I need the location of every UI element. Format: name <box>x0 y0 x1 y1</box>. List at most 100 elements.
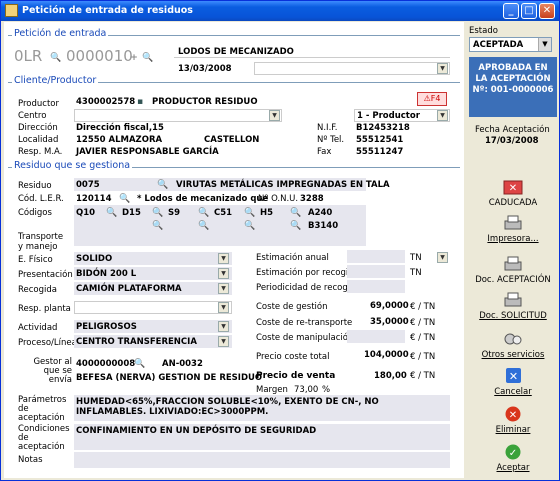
doc-solicitud-button[interactable]: Doc. SOLICITUD <box>469 292 557 321</box>
margen-unit: % <box>322 385 331 395</box>
proceso-label: Proceso/Línea <box>18 338 77 348</box>
cancelar-button[interactable]: ✕ Cancelar <box>469 368 557 397</box>
margen-label: Margen <box>256 385 288 395</box>
caducada-button[interactable]: ✕ CADUCADA <box>469 179 557 208</box>
actividad-label: Actividad <box>18 323 58 333</box>
close-button[interactable]: ✕ <box>539 3 555 19</box>
resp-value: JAVIER RESPONSABLE GARCÍA <box>76 147 219 157</box>
productor-code[interactable]: 4300002578 <box>76 97 135 107</box>
otros-servicios-button[interactable]: Otros servicios <box>469 331 557 360</box>
codigo-field[interactable]: H5 <box>260 208 273 218</box>
param-value[interactable]: HUMEDAD<65%,FRACCION SOLUBLE<10%, EXENTO… <box>76 397 446 417</box>
maximize-button[interactable]: □ <box>521 3 537 19</box>
code-number[interactable]: 0000010 <box>66 47 133 65</box>
search-icon[interactable]: 🔍 <box>198 207 210 219</box>
efisico-value[interactable]: SOLIDO <box>76 254 112 264</box>
svg-text:✓: ✓ <box>509 448 517 459</box>
search-icon[interactable]: 🔍 <box>152 220 164 232</box>
codigo-field[interactable]: A240 <box>308 208 332 218</box>
search-icon[interactable]: 🔍 <box>50 52 62 64</box>
codigo-field[interactable]: C51 <box>214 208 232 218</box>
estado-select[interactable]: ACEPTADA ▼ <box>469 37 552 52</box>
param-label: Parámetros de aceptación <box>18 395 67 423</box>
est-anual-label: Estimación anual <box>256 253 329 263</box>
proceso-value[interactable]: CENTRO TRANSFERENCIA <box>76 337 197 347</box>
peticion-description[interactable]: LODOS DE MECANIZADO <box>178 47 294 57</box>
direccion-label: Dirección <box>18 123 58 133</box>
main-window: Petición de entrada de residuos _ □ ✕ Pe… <box>0 0 560 481</box>
notas-label: Notas <box>18 455 43 465</box>
section-cliente: Cliente/Productor <box>12 75 99 86</box>
notas-field[interactable] <box>74 452 450 468</box>
search-icon[interactable]: 🔍 <box>244 220 256 232</box>
transporte-field[interactable] <box>74 232 366 246</box>
minimize-button[interactable]: _ <box>503 3 519 19</box>
code-prefix[interactable]: 0LR <box>14 47 42 65</box>
chevron-down-icon[interactable]: ▼ <box>218 283 229 294</box>
services-icon <box>504 333 522 345</box>
search-icon[interactable]: 🔍 <box>152 207 164 219</box>
recogida-value[interactable]: CAMIÓN PLATAFORMA <box>76 284 182 294</box>
codigo-field[interactable]: Q10 <box>76 208 95 218</box>
chevron-down-icon[interactable]: ▼ <box>269 110 280 121</box>
chevron-down-icon[interactable]: ▼ <box>218 321 229 332</box>
search-icon[interactable]: 🔍 <box>106 207 118 219</box>
estado-label: Estado <box>469 26 498 36</box>
precio-venta-label: Precio de venta <box>256 371 336 381</box>
chevron-down-icon[interactable]: ▼ <box>218 302 229 313</box>
residuo-code[interactable]: 0075 <box>76 180 100 190</box>
chevron-down-icon[interactable]: ▼ <box>218 336 229 347</box>
fax-label: Fax <box>317 147 332 157</box>
chevron-down-icon[interactable]: ▼ <box>437 110 448 121</box>
centro-value[interactable]: 1 - Productor <box>357 111 420 121</box>
search-icon[interactable]: 🔍 <box>142 52 154 64</box>
chevron-down-icon[interactable]: ▼ <box>218 268 229 279</box>
tel-label: Nº Tel. <box>317 135 345 145</box>
aceptar-button[interactable]: ✓ Aceptar <box>469 444 557 473</box>
nif-label: N.I.F. <box>317 123 338 133</box>
chevron-down-icon[interactable]: ▼ <box>218 253 229 264</box>
productor-name: PRODUCTOR RESIDUO <box>152 97 258 107</box>
actividad-value[interactable]: PELIGROSOS <box>76 322 137 332</box>
coste-retransporte-value[interactable]: 35,0000 <box>370 317 409 327</box>
chevron-down-icon[interactable]: ▼ <box>538 38 551 51</box>
add-icon[interactable]: + <box>128 52 140 64</box>
search-icon[interactable]: 🔍 <box>290 207 302 219</box>
eliminar-button[interactable]: ✕ Eliminar <box>469 406 557 435</box>
precio-venta-value[interactable]: 180,00 <box>374 371 407 381</box>
search-icon[interactable]: 🔍 <box>157 179 169 191</box>
chevron-down-icon[interactable]: ▼ <box>437 63 448 74</box>
search-icon[interactable]: 🔍 <box>244 207 256 219</box>
gestor-ref: AN-0032 <box>162 359 203 369</box>
codigo-field[interactable]: D15 <box>122 208 141 218</box>
coste-gestion-value[interactable]: 69,0000 <box>370 301 409 311</box>
ler-value[interactable]: 120114 <box>76 194 112 204</box>
margen-value: 73,00 <box>294 385 319 395</box>
chevron-down-icon[interactable]: ▼ <box>437 252 448 263</box>
gestor-label: Gestor al que se envía <box>33 357 72 385</box>
doc-aceptacion-button[interactable]: Doc. ACEPTACIÓN <box>469 256 557 285</box>
localidad-value: 12550 ALMAZORA <box>76 135 163 145</box>
cond-label: Condiciones de aceptación <box>18 424 70 452</box>
coste-gestion-label: Coste de gestión <box>256 302 328 312</box>
search-icon[interactable]: 🔍 <box>290 220 302 232</box>
cond-value[interactable]: CONFINAMIENTO EN UN DEPÓSITO DE SEGURIDA… <box>76 426 316 436</box>
impresora-button[interactable]: Impresora... <box>469 215 557 244</box>
onu-value: 3288 <box>300 194 324 204</box>
peticion-date[interactable]: 13/03/2008 <box>178 64 232 74</box>
search-icon[interactable]: 🔍 <box>119 193 131 205</box>
search-icon[interactable]: ▪ <box>134 96 146 108</box>
provincia-value: CASTELLON <box>204 135 260 145</box>
ler-desc: * Lodos de mecanizado que <box>137 194 269 204</box>
search-icon[interactable]: 🔍 <box>198 220 210 232</box>
gestor-code[interactable]: 4000000008 <box>76 359 135 369</box>
presentacion-value[interactable]: BIDÓN 200 L <box>76 269 136 279</box>
codigo-field[interactable]: S9 <box>168 208 180 218</box>
side-panel: Estado ACEPTADA ▼ APROBADA EN LA ACEPTACIÓ… <box>465 22 559 478</box>
codigo-field[interactable]: B3140 <box>308 221 338 231</box>
search-icon[interactable]: 🔍 <box>134 358 146 370</box>
calendar-x-icon: ✕ <box>503 180 523 195</box>
check-icon: ✓ <box>505 444 521 460</box>
resp-planta-label: Resp. planta <box>18 304 71 314</box>
warning-icon[interactable]: ⚠F4 <box>417 92 447 106</box>
